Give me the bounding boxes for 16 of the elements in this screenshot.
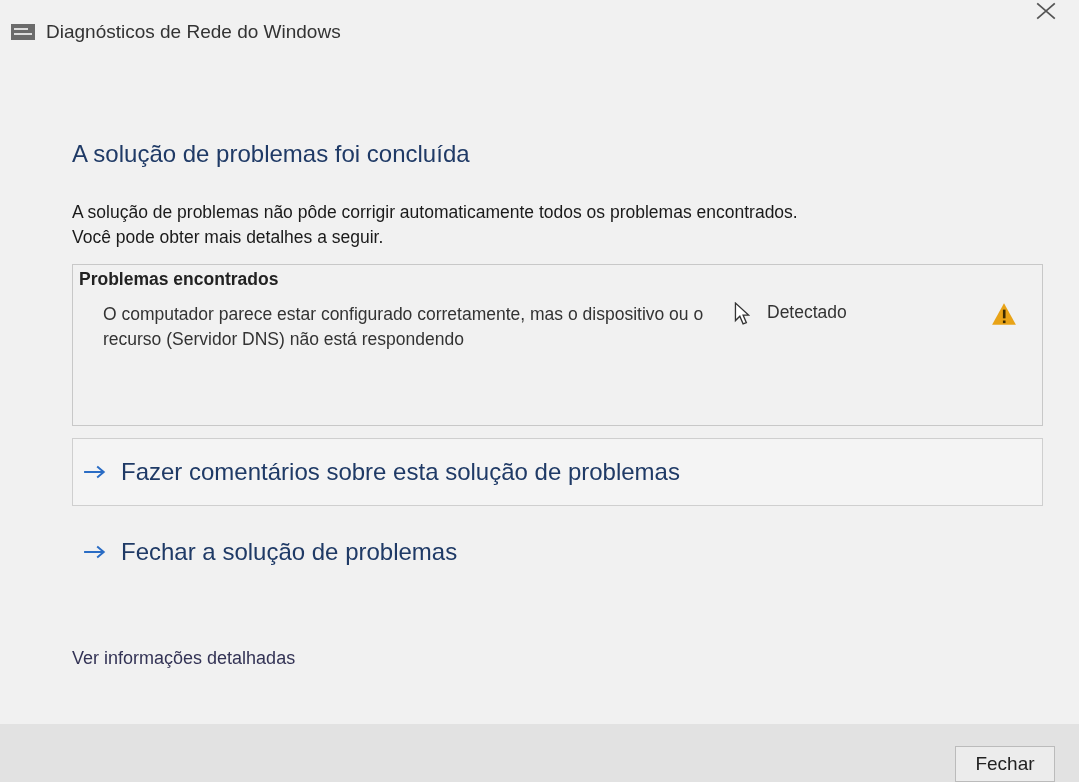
problem-status: Detectado xyxy=(767,302,848,323)
details-link[interactable]: Ver informações detalhadas xyxy=(72,648,296,669)
page-heading: A solução de problemas foi concluída xyxy=(72,140,471,168)
arrow-icon xyxy=(83,544,107,560)
command-link[interactable]: Fazer comentários sobre esta solução de problemas xyxy=(72,438,1043,506)
arrow-icon xyxy=(83,464,107,480)
message-text: A solução de problemas não pôde corrigir automaticamente todos os problemas encontrados. xyxy=(72,201,799,224)
close-button[interactable]: Fechar xyxy=(955,746,1055,782)
command-link[interactable]: Fechar a solução de problemas xyxy=(72,518,1043,586)
window-title: Diagnósticos de Rede do Windows xyxy=(46,21,341,43)
message-text: Você pode obter mais detalhes a seguir. xyxy=(72,226,385,249)
panel-header: Problemas encontrados xyxy=(79,269,280,290)
problem-description: O computador parece estar configurado corretamente, mas o dispositivo ou o recurso (Servidor DNS) não está respondendo xyxy=(103,303,705,351)
close-icon[interactable] xyxy=(1035,2,1057,20)
mouse-cursor-icon xyxy=(734,302,750,326)
network-diagnostics-icon xyxy=(10,23,36,41)
